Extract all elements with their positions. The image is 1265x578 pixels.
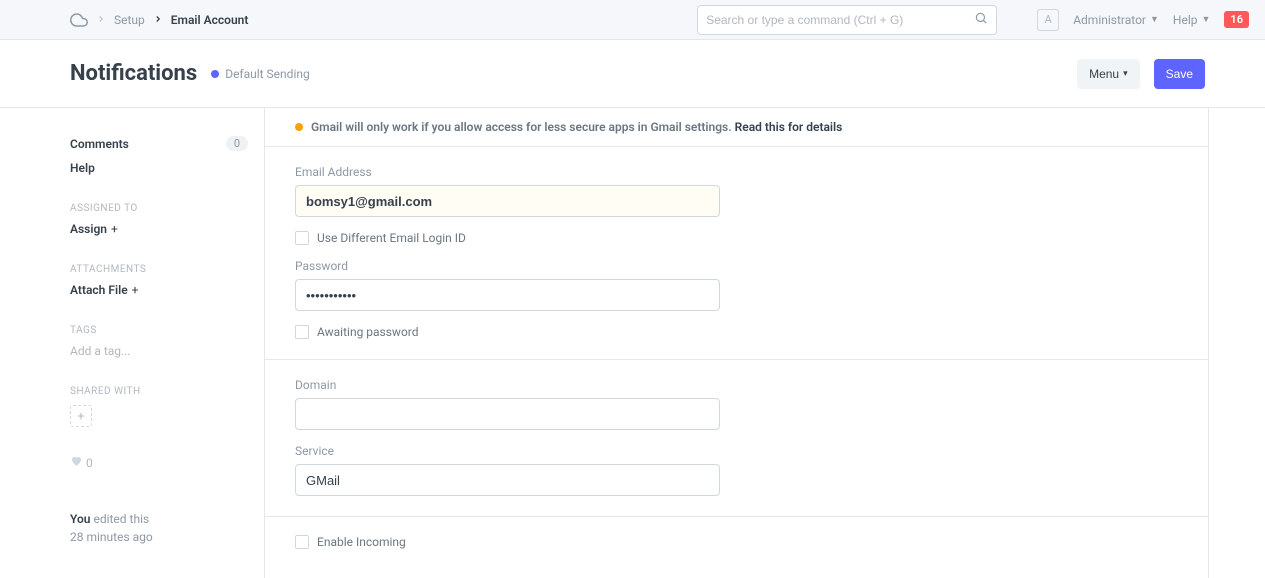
tag-input[interactable]: Add a tag... — [70, 344, 248, 358]
section-attachments: ATTACHMENTS — [70, 264, 248, 275]
field-password: Password — [295, 259, 720, 311]
user-menu[interactable]: Administrator ▼ — [1073, 13, 1159, 27]
banner-link[interactable]: Read this for details — [735, 120, 843, 134]
email-label: Email Address — [295, 165, 720, 179]
add-share-button[interactable]: + — [70, 405, 92, 427]
checkbox-icon — [295, 325, 309, 339]
breadcrumb-current: Email Account — [171, 13, 249, 27]
field-email: Email Address — [295, 165, 720, 217]
password-label: Password — [295, 259, 720, 273]
timeline-action: edited this — [90, 512, 149, 526]
attach-file-label: Attach File — [70, 283, 128, 297]
avatar[interactable]: A — [1037, 9, 1059, 31]
form-section-incoming: Enable Incoming — [265, 517, 1208, 569]
sidebar-item-help[interactable]: Help — [70, 161, 248, 175]
chevron-right-icon — [96, 13, 106, 27]
assign-label: Assign — [70, 222, 107, 236]
banner-text: Gmail will only work if you allow access… — [311, 120, 735, 134]
timeline-time: 28 minutes ago — [70, 530, 153, 544]
menu-label: Menu — [1089, 67, 1119, 81]
section-tags: TAGS — [70, 325, 248, 336]
password-input[interactable] — [295, 279, 720, 311]
form-section-domain: Domain Service — [265, 360, 1208, 517]
main-form: Gmail will only work if you allow access… — [264, 108, 1209, 578]
plus-icon: + — [132, 283, 139, 297]
status-dot-icon — [211, 70, 219, 78]
checkbox-use-diff-login[interactable]: Use Different Email Login ID — [295, 231, 1178, 245]
domain-input[interactable] — [295, 398, 720, 430]
search-input[interactable] — [706, 13, 974, 27]
form-section-credentials: Email Address Use Different Email Login … — [265, 147, 1208, 360]
search-icon — [974, 11, 988, 29]
top-bar: Setup Email Account A Administrator ▼ He… — [0, 0, 1265, 40]
notification-count[interactable]: 16 — [1224, 11, 1249, 28]
status-badge: Default Sending — [211, 67, 310, 81]
plus-icon: + — [78, 409, 85, 423]
save-label: Save — [1166, 67, 1193, 81]
status-text: Default Sending — [225, 67, 310, 81]
timeline-you: You — [70, 512, 90, 526]
use-diff-login-label: Use Different Email Login ID — [317, 231, 466, 245]
assign-button[interactable]: Assign + — [70, 222, 248, 236]
help-menu[interactable]: Help ▼ — [1173, 13, 1211, 27]
caret-down-icon: ▾ — [1123, 68, 1128, 79]
save-button[interactable]: Save — [1154, 59, 1205, 89]
plus-icon: + — [111, 222, 118, 236]
help-label: Help — [70, 161, 95, 175]
user-area: A Administrator ▼ Help ▼ 16 — [1037, 9, 1249, 31]
field-domain: Domain — [295, 378, 720, 430]
cloud-icon — [70, 11, 88, 29]
awaiting-password-label: Awaiting password — [317, 325, 419, 339]
likes[interactable]: 0 — [70, 455, 248, 470]
caret-down-icon: ▼ — [1202, 14, 1211, 25]
service-label: Service — [295, 444, 720, 458]
checkbox-enable-incoming[interactable]: Enable Incoming — [295, 535, 1178, 549]
warning-dot-icon — [295, 123, 303, 131]
section-assigned-to: ASSIGNED TO — [70, 203, 248, 214]
enable-incoming-label: Enable Incoming — [317, 535, 406, 549]
title-bar: Notifications Default Sending Menu ▾ Sav… — [0, 40, 1265, 108]
comments-count: 0 — [226, 136, 248, 151]
warning-banner: Gmail will only work if you allow access… — [265, 108, 1208, 147]
section-shared-with: SHARED WITH — [70, 386, 248, 397]
checkbox-awaiting-password[interactable]: Awaiting password — [295, 325, 1178, 339]
page-title: Notifications — [70, 61, 197, 86]
comments-label: Comments — [70, 137, 129, 151]
email-input[interactable] — [295, 185, 720, 217]
search-input-wrap[interactable] — [697, 5, 997, 35]
breadcrumb-setup[interactable]: Setup — [114, 13, 145, 27]
menu-button[interactable]: Menu ▾ — [1077, 59, 1140, 89]
layout: Comments 0 Help ASSIGNED TO Assign + ATT… — [0, 108, 1265, 578]
sidebar-item-comments[interactable]: Comments 0 — [70, 136, 248, 151]
caret-down-icon: ▼ — [1150, 14, 1159, 25]
sidebar: Comments 0 Help ASSIGNED TO Assign + ATT… — [0, 108, 264, 578]
heart-icon — [70, 455, 82, 470]
checkbox-icon — [295, 535, 309, 549]
likes-count: 0 — [86, 456, 93, 470]
checkbox-icon — [295, 231, 309, 245]
user-name: Administrator — [1073, 13, 1146, 27]
domain-label: Domain — [295, 378, 720, 392]
breadcrumb: Setup Email Account — [70, 11, 687, 29]
timeline-entry: You edited this 28 minutes ago — [70, 510, 248, 546]
attach-file-button[interactable]: Attach File + — [70, 283, 248, 297]
field-service: Service — [295, 444, 720, 496]
service-input[interactable] — [295, 464, 720, 496]
chevron-right-icon — [153, 13, 163, 27]
help-label: Help — [1173, 13, 1198, 27]
